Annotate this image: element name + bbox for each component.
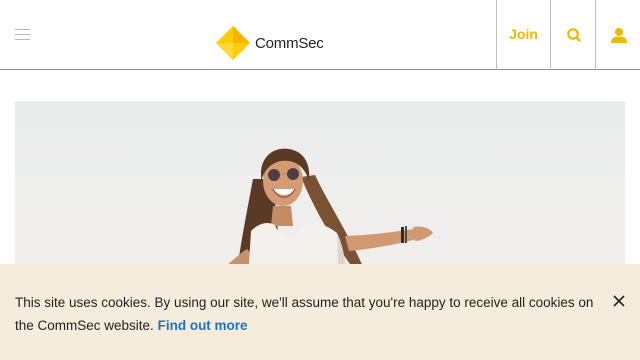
join-button[interactable]: Join — [497, 0, 550, 70]
search-button[interactable] — [551, 0, 596, 70]
commsec-logo[interactable]: CommSec — [215, 24, 324, 62]
site-header: CommSec Join — [0, 0, 640, 70]
hamburger-menu-icon[interactable] — [10, 22, 36, 48]
cookie-message: This site uses cookies. By using our sit… — [15, 291, 605, 337]
find-out-more-link[interactable]: Find out more — [158, 318, 248, 333]
account-button[interactable] — [596, 0, 640, 70]
user-icon — [610, 28, 627, 43]
cookie-close-button[interactable] — [610, 292, 628, 310]
close-icon — [613, 295, 625, 307]
cookie-message-text: This site uses cookies. By using our sit… — [15, 295, 594, 333]
commsec-diamond-icon — [216, 26, 250, 60]
cookie-banner: This site uses cookies. By using our sit… — [0, 264, 640, 360]
search-icon — [566, 28, 581, 42]
brand-name: CommSec — [255, 34, 324, 52]
